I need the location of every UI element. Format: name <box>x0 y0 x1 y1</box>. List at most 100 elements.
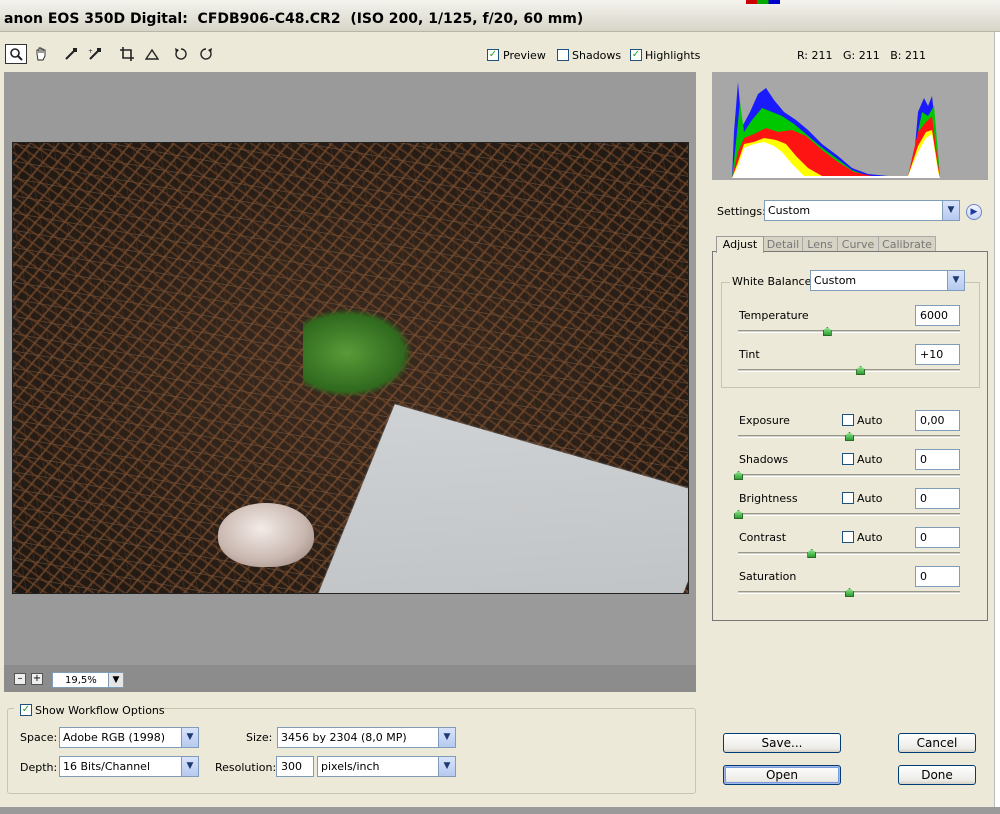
exposure-auto-label: Auto <box>857 414 883 427</box>
tab-curve[interactable]: Curve <box>837 236 879 252</box>
chevron-down-icon[interactable]: ▼ <box>438 757 455 776</box>
tint-slider-track[interactable] <box>738 369 960 372</box>
shadows-auto-checkbox[interactable] <box>842 453 854 465</box>
tint-label: Tint <box>739 348 760 361</box>
brightness-label: Brightness <box>739 492 798 505</box>
space-select[interactable]: Adobe RGB (1998) ▼ <box>59 727 199 748</box>
shadows-slider-track[interactable] <box>738 474 960 477</box>
settings-label: Settings: <box>717 205 766 218</box>
tab-detail[interactable]: Detail <box>763 236 803 252</box>
brightness-slider-track[interactable] <box>738 513 960 516</box>
depth-value: 16 Bits/Channel <box>63 760 151 773</box>
crop-icon[interactable] <box>116 44 138 64</box>
settings-select[interactable]: Custom ▼ <box>764 200 960 221</box>
white-balance-select[interactable]: Custom ▼ <box>810 270 965 291</box>
chevron-down-icon[interactable]: ▼ <box>438 728 455 747</box>
done-button[interactable]: Done <box>898 765 976 785</box>
white-balance-icon[interactable] <box>60 44 82 64</box>
settings-value: Custom <box>768 204 811 217</box>
straighten-icon[interactable] <box>141 44 163 64</box>
brightness-input[interactable]: 0 <box>915 488 960 509</box>
shadows-auto-label: Auto <box>857 453 883 466</box>
taskbar-strip <box>0 807 1000 814</box>
photo-mushroom <box>218 503 314 567</box>
highlights-checkbox[interactable]: ✓ <box>630 49 642 61</box>
rotate-left-icon[interactable] <box>170 44 192 64</box>
chevron-down-icon[interactable]: ▼ <box>181 757 198 776</box>
space-label: Space: <box>20 731 58 744</box>
rgb-readout: R: 211 G: 211 B: 211 <box>797 49 926 62</box>
rotate-right-icon[interactable] <box>195 44 217 64</box>
saturation-input[interactable]: 0 <box>915 566 960 587</box>
shadows-adj-label: Shadows <box>739 453 789 466</box>
saturation-value: 0 <box>920 570 927 583</box>
zoom-icon[interactable] <box>5 44 27 64</box>
contrast-auto-label: Auto <box>857 531 883 544</box>
zoom-level-value: 19,5% <box>65 675 97 686</box>
zoom-out-button[interactable]: – <box>14 673 26 685</box>
tab-lens[interactable]: Lens <box>802 236 838 252</box>
shadows-value: 0 <box>920 453 927 466</box>
open-button[interactable]: Open <box>723 765 841 785</box>
temperature-slider-track[interactable] <box>738 330 960 333</box>
exposure-input[interactable]: 0,00 <box>915 410 960 431</box>
tab-calibrate[interactable]: Calibrate <box>878 236 936 252</box>
color-strip <box>746 0 780 4</box>
temperature-input[interactable]: 6000 <box>915 305 960 326</box>
tab-adjust[interactable]: Adjust <box>716 236 764 253</box>
chevron-down-icon[interactable]: ▼ <box>108 672 124 688</box>
resolution-value: 300 <box>281 760 302 773</box>
white-balance-group <box>721 282 980 388</box>
zoom-bar: – + 19,5% ▼ <box>4 665 696 692</box>
show-workflow-text: Show Workflow Options <box>35 704 165 717</box>
contrast-value: 0 <box>920 531 927 544</box>
brightness-value: 0 <box>920 492 927 505</box>
show-workflow-checkbox-box[interactable]: ✓ <box>20 704 32 716</box>
contrast-auto-checkbox[interactable] <box>842 531 854 543</box>
resolution-input[interactable]: 300 <box>276 756 314 777</box>
temperature-value: 6000 <box>920 309 948 322</box>
resolution-unit-value: pixels/inch <box>321 760 380 773</box>
shadows-checkbox[interactable] <box>557 49 569 61</box>
contrast-label: Contrast <box>739 531 787 544</box>
zoom-in-button[interactable]: + <box>31 673 43 685</box>
chevron-down-icon[interactable]: ▼ <box>947 271 964 290</box>
hand-icon[interactable] <box>30 44 52 64</box>
space-value: Adobe RGB (1998) <box>63 731 166 744</box>
photo-leaf <box>303 308 413 398</box>
save-button[interactable]: Save... <box>723 733 841 753</box>
svg-text:+: + <box>88 48 93 55</box>
photo-gray-card <box>304 404 688 593</box>
tint-input[interactable]: +10 <box>915 344 960 365</box>
resolution-label: Resolution: <box>215 761 277 774</box>
zoom-level-select[interactable]: 19,5% ▼ <box>52 672 124 688</box>
brightness-auto-checkbox[interactable] <box>842 492 854 504</box>
color-sampler-icon[interactable]: + <box>84 44 106 64</box>
depth-select[interactable]: 16 Bits/Channel ▼ <box>59 756 199 777</box>
brightness-auto-label: Auto <box>857 492 883 505</box>
settings-menu-icon[interactable]: ▶ <box>966 204 982 220</box>
contrast-input[interactable]: 0 <box>915 527 960 548</box>
shadows-label: Shadows <box>572 49 622 62</box>
tint-value: +10 <box>920 348 944 361</box>
resolution-unit-select[interactable]: pixels/inch ▼ <box>317 756 456 777</box>
temperature-label: Temperature <box>739 309 809 322</box>
white-balance-value: Custom <box>814 274 857 287</box>
preview-checkbox[interactable]: ✓ <box>487 49 499 61</box>
chevron-down-icon[interactable]: ▼ <box>942 201 959 220</box>
workflow-legend-bg: ✓ Show Workflow Options <box>14 703 165 717</box>
image-preview[interactable] <box>12 142 689 594</box>
exposure-auto-checkbox[interactable] <box>842 414 854 426</box>
white-balance-label: White Balance: <box>730 275 818 288</box>
chevron-down-icon[interactable]: ▼ <box>181 728 198 747</box>
shadows-input[interactable]: 0 <box>915 449 960 470</box>
size-select[interactable]: 3456 by 2304 (8,0 MP) ▼ <box>277 727 456 748</box>
saturation-label: Saturation <box>739 570 797 583</box>
exposure-value: 0,00 <box>920 414 945 427</box>
depth-label: Depth: <box>20 761 58 774</box>
right-edge <box>994 32 1000 807</box>
contrast-slider-track[interactable] <box>738 552 960 555</box>
highlights-label: Highlights <box>645 49 701 62</box>
preview-label: Preview <box>503 49 546 62</box>
cancel-button[interactable]: Cancel <box>898 733 976 753</box>
